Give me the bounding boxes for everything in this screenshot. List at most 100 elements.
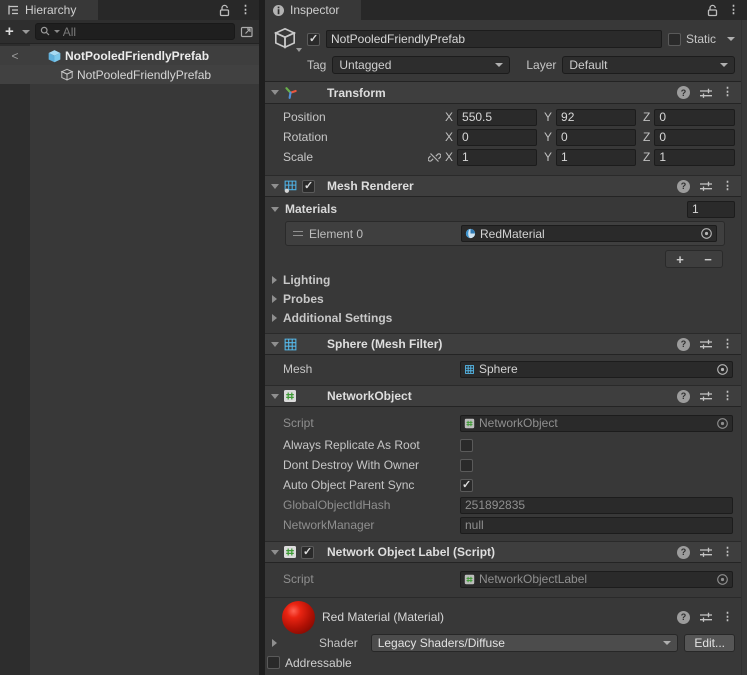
prefab-root-row[interactable]: NotPooledFriendlyPrefab <box>0 46 259 65</box>
add-gameobject-button[interactable]: + <box>5 24 30 39</box>
rotation-x-input[interactable] <box>457 129 537 146</box>
child-object-row[interactable]: NotPooledFriendlyPrefab <box>0 65 259 84</box>
gameobject-name-input[interactable] <box>326 30 662 48</box>
hierarchy-panel: Hierarchy + <box>0 0 259 675</box>
material-section: Red Material (Material) Shader <box>265 597 741 675</box>
layer-dropdown[interactable]: Default <box>562 56 735 74</box>
network-manager-input[interactable] <box>460 517 733 534</box>
help-icon[interactable] <box>677 338 690 351</box>
component-menu-icon[interactable] <box>722 547 733 558</box>
mesh-renderer-foldout[interactable] <box>271 184 279 189</box>
transform-foldout[interactable] <box>271 90 279 95</box>
dont-destroy-checkbox[interactable] <box>460 459 473 472</box>
mesh-object-field[interactable]: Sphere <box>460 361 733 378</box>
tab-inspector[interactable]: Inspector <box>265 0 361 20</box>
global-object-id-hash-input[interactable] <box>460 497 733 514</box>
static-checkbox[interactable] <box>668 33 681 46</box>
component-menu-icon[interactable] <box>722 87 733 98</box>
material-object-field[interactable]: RedMaterial <box>461 225 717 242</box>
mesh-filter-foldout[interactable] <box>271 342 279 347</box>
tag-dropdown[interactable]: Untagged <box>332 56 510 74</box>
presets-icon[interactable] <box>699 390 713 402</box>
probes-foldout-row[interactable]: Probes <box>265 289 741 308</box>
component-menu-icon[interactable] <box>722 612 733 623</box>
presets-icon[interactable] <box>699 338 713 350</box>
search-filter-arrow[interactable] <box>54 30 60 33</box>
shader-dropdown[interactable]: Legacy Shaders/Diffuse <box>371 634 679 652</box>
rotation-y-input[interactable] <box>556 129 636 146</box>
tab-hierarchy[interactable]: Hierarchy <box>0 0 98 20</box>
material-title: Red Material (Material) <box>322 610 444 624</box>
additional-settings-foldout-row[interactable]: Additional Settings <box>265 308 741 327</box>
addressable-checkbox[interactable] <box>267 656 280 669</box>
script-object-field[interactable]: NetworkObject <box>460 415 733 432</box>
object-picker-icon[interactable] <box>716 363 729 376</box>
pop-out-icon[interactable] <box>240 25 254 38</box>
scale-z-input[interactable] <box>654 149 735 166</box>
inspector-menu-icon[interactable] <box>728 5 739 16</box>
tab-hierarchy-label: Hierarchy <box>25 3 76 17</box>
list-add-remove-bar: + − <box>665 250 723 268</box>
inspector-panel: Inspector <box>265 0 747 675</box>
gameobject-icon-button[interactable] <box>273 26 301 52</box>
presets-icon[interactable] <box>699 546 713 558</box>
component-menu-icon[interactable] <box>722 181 733 192</box>
unlock-icon[interactable] <box>219 4 230 17</box>
object-picker-icon[interactable] <box>716 573 729 586</box>
search-input[interactable] <box>63 25 230 39</box>
component-network-object: NetworkObject Script <box>265 385 741 541</box>
help-icon[interactable] <box>677 546 690 559</box>
help-icon[interactable] <box>677 180 690 193</box>
network-object-label-foldout[interactable] <box>271 550 279 555</box>
transform-title: Transform <box>327 86 386 100</box>
presets-icon[interactable] <box>699 611 713 623</box>
material-foldout[interactable] <box>272 639 277 647</box>
script-icon <box>464 574 475 585</box>
component-menu-icon[interactable] <box>722 391 733 402</box>
mesh-renderer-enabled-checkbox[interactable] <box>302 180 315 193</box>
prefab-mode-gutter <box>0 44 30 675</box>
hierarchy-menu-icon[interactable] <box>240 5 251 16</box>
position-row: Position X Y Z <box>265 107 741 127</box>
materials-foldout[interactable] <box>271 207 279 212</box>
global-object-id-hash-row: GlobalObjectIdHash <box>265 495 741 515</box>
network-object-foldout[interactable] <box>271 394 279 399</box>
add-element-button[interactable]: + <box>666 251 694 267</box>
help-icon[interactable] <box>677 390 690 403</box>
scale-x-input[interactable] <box>457 149 537 166</box>
object-picker-icon[interactable] <box>716 417 729 430</box>
material-element-row[interactable]: Element 0 RedMaterial <box>289 224 721 243</box>
help-icon[interactable] <box>677 611 690 624</box>
material-object-name: RedMaterial <box>480 227 696 241</box>
material-preview-sphere[interactable] <box>282 601 315 634</box>
edit-shader-button[interactable]: Edit... <box>684 634 735 652</box>
presets-icon[interactable] <box>699 180 713 192</box>
probes-foldout-arrow <box>272 295 277 303</box>
drag-handle-icon[interactable] <box>293 231 303 236</box>
addressable-row: Addressable <box>265 653 741 672</box>
script-object-field[interactable]: NetworkObjectLabel <box>460 571 733 588</box>
hierarchy-search[interactable] <box>35 23 235 40</box>
presets-icon[interactable] <box>699 87 713 99</box>
auto-parent-sync-checkbox[interactable] <box>460 479 473 492</box>
scale-y-input[interactable] <box>556 149 636 166</box>
link-off-icon[interactable] <box>428 151 441 164</box>
rotation-z-input[interactable] <box>654 129 735 146</box>
static-dropdown-arrow[interactable] <box>727 37 735 41</box>
materials-size-input[interactable] <box>687 201 735 218</box>
component-menu-icon[interactable] <box>722 339 733 350</box>
active-checkbox[interactable] <box>307 33 320 46</box>
object-picker-icon[interactable] <box>700 227 713 240</box>
position-x-input[interactable] <box>457 109 537 126</box>
unlock-icon[interactable] <box>707 4 718 17</box>
always-replicate-checkbox[interactable] <box>460 439 473 452</box>
lighting-foldout-row[interactable]: Lighting <box>265 270 741 289</box>
position-y-input[interactable] <box>556 109 636 126</box>
dont-destroy-row: Dont Destroy With Owner <box>265 455 741 475</box>
inspector-scrollbar[interactable] <box>741 20 747 675</box>
script-enabled-checkbox[interactable] <box>301 546 314 559</box>
position-z-input[interactable] <box>654 109 735 126</box>
remove-element-button[interactable]: − <box>694 251 722 267</box>
back-arrow-icon[interactable] <box>0 49 30 63</box>
help-icon[interactable] <box>677 86 690 99</box>
